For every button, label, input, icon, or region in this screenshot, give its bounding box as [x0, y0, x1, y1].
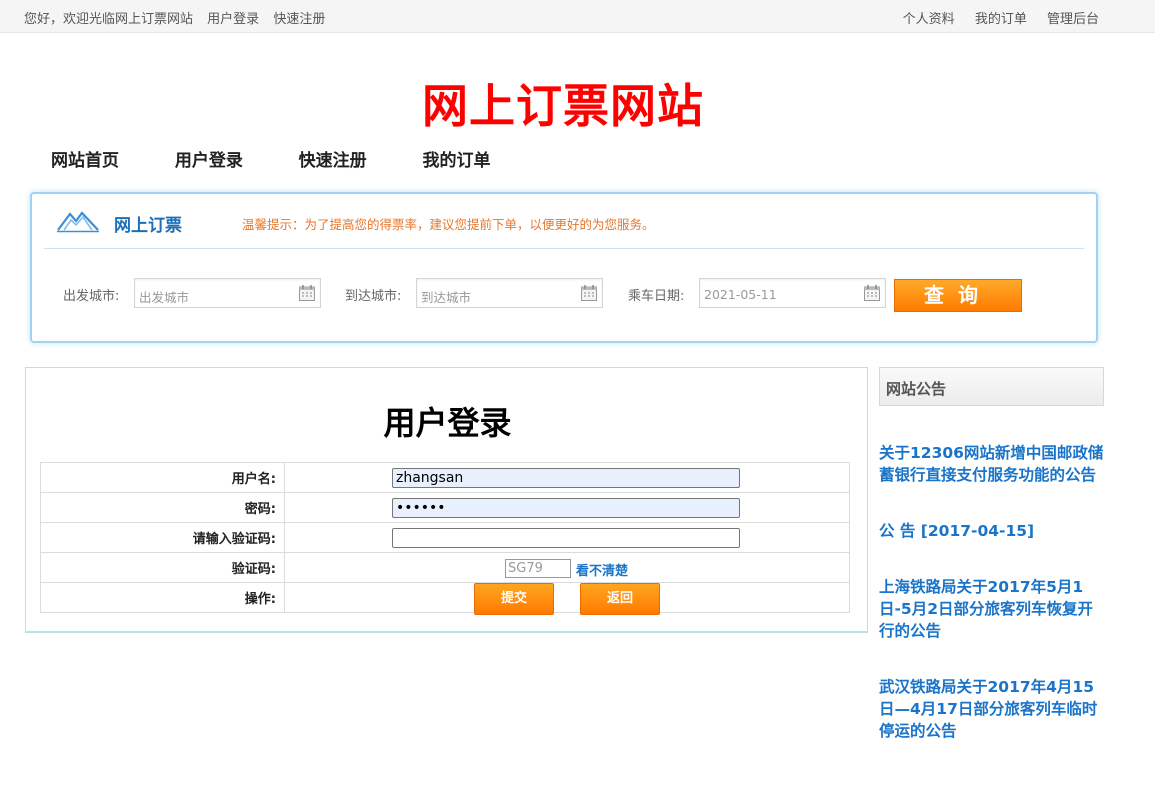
notice-item[interactable]: 公 告 [2017-04-15] — [879, 520, 1107, 542]
mountain-logo-icon — [57, 211, 99, 233]
username-row: 用户名: zhangsan — [40, 462, 850, 493]
from-city-label: 出发城市: — [63, 289, 120, 304]
top-bar-left: 您好，欢迎光临网上订票网站 用户登录 快速注册 — [24, 8, 335, 27]
top-bar: 您好，欢迎光临网上订票网站 用户登录 快速注册 个人资料 我的订单 管理后台 — [0, 0, 1155, 33]
to-city-label: 到达城市: — [345, 289, 402, 304]
top-bar-right: 个人资料 我的订单 管理后台 — [887, 8, 1099, 27]
password-label: 密码: — [40, 492, 285, 523]
welcome-text: 您好，欢迎光临网上订票网站 — [24, 12, 194, 27]
to-city-placeholder: 到达城市 — [421, 290, 472, 305]
captcha-cell: SG79 看不清楚 — [284, 552, 850, 583]
notice-item[interactable]: 关于12306网站新增中国邮政储蓄银行直接支付服务功能的公告 — [879, 442, 1107, 486]
captcha-input-row: 请输入验证码: — [40, 522, 850, 553]
date-label: 乘车日期: — [628, 289, 685, 304]
booking-tip: 温馨提示：为了提高您的得票率，建议您提前下单，以便更好的为您服务。 — [242, 217, 655, 232]
captcha-input[interactable] — [392, 528, 740, 548]
nav-item-home[interactable]: 网站首页 — [51, 146, 119, 171]
captcha-refresh-link[interactable]: 看不清楚 — [576, 560, 628, 579]
top-login-link[interactable]: 用户登录 — [207, 12, 259, 27]
site-title: 网上订票网站 — [422, 79, 704, 133]
admin-link[interactable]: 管理后台 — [1047, 12, 1099, 27]
action-cell: 提交 返回 — [284, 582, 850, 615]
calendar-icon[interactable] — [863, 284, 881, 302]
captcha-row: 验证码: SG79 看不清楚 — [40, 552, 850, 583]
action-row: 操作: 提交 返回 — [40, 582, 850, 615]
username-input[interactable]: zhangsan — [392, 468, 740, 488]
username-cell: zhangsan — [284, 462, 850, 493]
notice-heading: 网站公告 — [886, 380, 947, 398]
profile-link[interactable]: 个人资料 — [903, 12, 955, 27]
to-city-input[interactable]: 到达城市 — [416, 278, 603, 308]
password-input[interactable]: •••••• — [392, 498, 740, 518]
password-row: 密码: •••••• — [40, 492, 850, 523]
login-form-table: 用户名: zhangsan 密码: •••••• 请输入验证码: 验证码: SG… — [40, 462, 850, 615]
notice-item[interactable]: 上海铁路局关于2017年5月1日-5月2日部分旅客列车恢复开行的公告 — [879, 576, 1107, 642]
date-value: 2021-05-11 — [704, 287, 777, 302]
nav-item-register[interactable]: 快速注册 — [299, 146, 367, 171]
captcha-input-cell — [284, 522, 850, 553]
top-register-link[interactable]: 快速注册 — [273, 12, 325, 27]
booking-panel: 网上订票 温馨提示：为了提高您的得票率，建议您提前下单，以便更好的为您服务。 出… — [30, 192, 1098, 343]
notice-heading-box: 网站公告 — [879, 367, 1104, 406]
nav-item-orders[interactable]: 我的订单 — [422, 146, 490, 171]
date-input[interactable]: 2021-05-11 — [699, 278, 886, 308]
booking-divider — [44, 248, 1084, 249]
calendar-icon[interactable] — [298, 284, 316, 302]
username-label: 用户名: — [40, 462, 285, 493]
password-cell: •••••• — [284, 492, 850, 523]
nav-item-login[interactable]: 用户登录 — [175, 146, 243, 171]
captcha-label: 验证码: — [40, 552, 285, 583]
booking-title: 网上订票 — [114, 216, 182, 236]
from-city-input[interactable]: 出发城市 — [134, 278, 321, 308]
submit-button[interactable]: 提交 — [474, 583, 554, 615]
login-panel: 用户登录 用户名: zhangsan 密码: •••••• 请输入验证码: 验证… — [25, 367, 868, 633]
main-nav: 网站首页 用户登录 快速注册 我的订单 — [51, 146, 542, 172]
captcha-image[interactable]: SG79 — [505, 559, 571, 578]
query-button[interactable]: 查询 — [894, 279, 1022, 312]
back-button[interactable]: 返回 — [580, 583, 660, 615]
from-city-placeholder: 出发城市 — [139, 290, 190, 305]
action-label: 操作: — [40, 582, 285, 613]
calendar-icon[interactable] — [580, 284, 598, 302]
login-title: 用户登录 — [383, 404, 512, 442]
notice-item[interactable]: 武汉铁路局关于2017年4月15日—4月17日部分旅客列车临时停运的公告 — [879, 676, 1107, 742]
my-orders-link[interactable]: 我的订单 — [975, 12, 1027, 27]
captcha-input-label: 请输入验证码: — [40, 522, 285, 553]
